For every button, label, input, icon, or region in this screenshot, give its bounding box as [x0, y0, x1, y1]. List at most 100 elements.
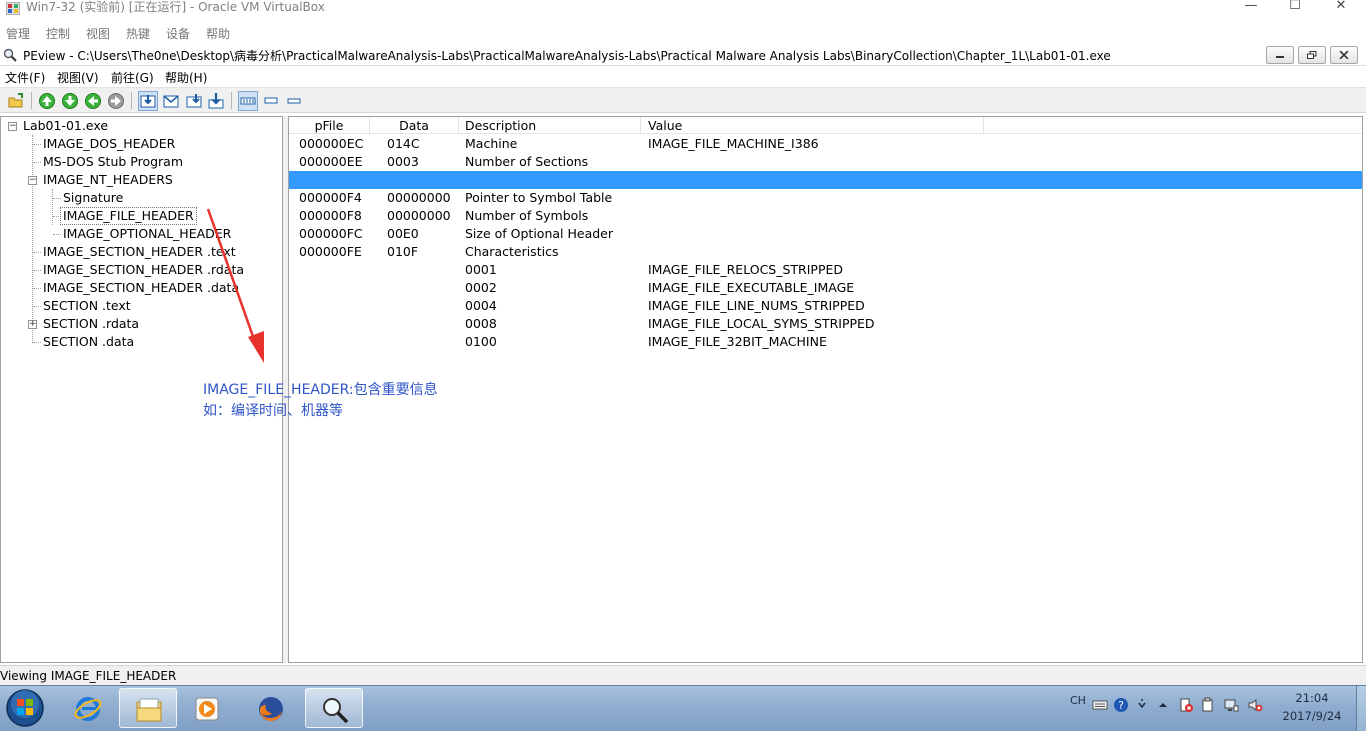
grid-row-selected[interactable]	[289, 171, 1362, 189]
cell-pfile: 000000EC	[299, 136, 364, 151]
tree-item-section-data[interactable]: SECTION .data	[43, 334, 134, 350]
table-row[interactable]: 0004 IMAGE_FILE_LINE_NUMS_STRIPPED	[289, 297, 1362, 315]
view-word-button[interactable]	[161, 91, 181, 111]
file-explorer-icon	[136, 698, 162, 722]
cell-description: 0001	[465, 262, 497, 277]
cell-description: Number of Symbols	[465, 208, 589, 223]
tree-collapse-toggle[interactable]: −	[28, 176, 37, 185]
minus-bar-icon	[287, 98, 301, 104]
envelope-icon	[163, 95, 179, 108]
peview-titlebar: PEview - C:\Users\The0ne\Desktop\病毒分析\Pr…	[0, 44, 1366, 66]
restore-icon	[1307, 51, 1317, 59]
vbox-menu-manage[interactable]: 管理	[6, 25, 30, 42]
vbox-menu-devices[interactable]: 设备	[166, 25, 190, 42]
show-desktop-button[interactable]	[1356, 686, 1366, 731]
grid-header: pFile Data Description Value	[289, 117, 1362, 134]
view-dword-button[interactable]	[184, 91, 204, 111]
minimize-button[interactable]: —	[1228, 0, 1274, 14]
tree-item-section-rdata[interactable]: SECTION .rdata	[43, 316, 139, 332]
taskbar-firefox-button[interactable]	[242, 688, 300, 728]
taskbar-mediaplayer-button[interactable]	[179, 688, 237, 728]
menu-file[interactable]: 文件(F)	[5, 69, 45, 86]
tree-item-dos-header[interactable]: IMAGE_DOS_HEADER	[43, 136, 175, 152]
table-row[interactable]: 000000F8 00000000 Number of Symbols	[289, 207, 1362, 225]
view-byte-button[interactable]	[138, 91, 158, 111]
arrow-right-circle-icon	[108, 93, 124, 109]
cell-description: 0002	[465, 280, 497, 295]
cell-description: Machine	[465, 136, 518, 151]
mdi-minimize-button[interactable]	[1266, 46, 1294, 64]
go-back-button[interactable]	[83, 91, 103, 111]
close-button[interactable]: ✕	[1318, 0, 1364, 14]
table-row[interactable]: 0001 IMAGE_FILE_RELOCS_STRIPPED	[289, 261, 1362, 279]
view-compact-button[interactable]	[284, 91, 304, 111]
taskbar-explorer-button[interactable]	[119, 688, 177, 728]
volume-muted-icon[interactable]	[1247, 697, 1263, 713]
tree-item-signature[interactable]: Signature	[63, 190, 123, 206]
cell-value: IMAGE_FILE_LOCAL_SYMS_STRIPPED	[648, 316, 875, 331]
network-icon[interactable]	[1223, 697, 1239, 713]
virtualbox-icon	[6, 2, 20, 15]
menu-help[interactable]: 帮助(H)	[165, 69, 207, 86]
clock-time[interactable]: 21:04	[1282, 691, 1342, 705]
view-save-button[interactable]	[206, 91, 226, 111]
maximize-button[interactable]: ☐	[1272, 0, 1318, 14]
tree-item-root[interactable]: Lab01-01.exe	[23, 118, 108, 134]
tree-item-section-text[interactable]: SECTION .text	[43, 298, 131, 314]
table-row[interactable]: 000000FC 00E0 Size of Optional Header	[289, 225, 1362, 243]
vbox-menu-view[interactable]: 视图	[86, 25, 110, 42]
cell-pfile: 000000EE	[299, 154, 363, 169]
peview-app-icon	[3, 48, 17, 62]
tree-expand-toggle[interactable]: +	[28, 320, 37, 329]
mdi-restore-button[interactable]	[1298, 46, 1326, 64]
taskbar-peview-button[interactable]	[305, 688, 363, 728]
vbox-menu-control[interactable]: 控制	[46, 25, 70, 42]
open-file-button[interactable]	[6, 91, 26, 111]
tree-item-dos-stub[interactable]: MS-DOS Stub Program	[43, 154, 183, 170]
tree-item-file-header[interactable]: IMAGE_FILE_HEADER	[60, 207, 197, 225]
tree-item-nt-headers[interactable]: IMAGE_NT_HEADERS	[43, 172, 173, 188]
column-header-description[interactable]: Description	[459, 117, 641, 134]
table-row[interactable]: 0002 IMAGE_FILE_EXECUTABLE_IMAGE	[289, 279, 1362, 297]
row-icon	[264, 97, 278, 104]
column-header-data[interactable]: Data	[370, 117, 459, 134]
tree-collapse-toggle[interactable]: −	[8, 122, 17, 131]
table-row[interactable]: 000000F4 00000000 Pointer to Symbol Table	[289, 189, 1362, 207]
mdi-close-button[interactable]	[1330, 46, 1358, 64]
table-row[interactable]: 000000EE 0003 Number of Sections	[289, 153, 1362, 171]
taskbar-ie-button[interactable]	[59, 688, 117, 728]
table-row[interactable]: 0100 IMAGE_FILE_32BIT_MACHINE	[289, 333, 1362, 351]
vbox-menu-help[interactable]: 帮助	[206, 25, 230, 42]
vbox-window-title: Win7-32 (实验前) [正在运行] - Oracle VM Virtual…	[26, 0, 325, 14]
column-header-pfile[interactable]: pFile	[289, 117, 370, 134]
details-grid[interactable]: pFile Data Description Value 000000EC 014…	[288, 116, 1363, 663]
go-forward-button[interactable]	[106, 91, 126, 111]
start-orb-icon[interactable]	[4, 687, 46, 729]
keyboard-icon[interactable]	[1092, 697, 1108, 713]
cell-data: 00E0	[387, 226, 419, 241]
view-hex-button[interactable]	[238, 91, 258, 111]
view-rows-button[interactable]	[261, 91, 281, 111]
device-icon[interactable]	[1200, 697, 1216, 713]
show-hidden-icons-chevron-icon[interactable]	[1155, 697, 1171, 713]
cell-data: 00000000	[387, 208, 451, 223]
go-up-button[interactable]	[37, 91, 57, 111]
go-down-button[interactable]	[60, 91, 80, 111]
table-row[interactable]: 0008 IMAGE_FILE_LOCAL_SYMS_STRIPPED	[289, 315, 1362, 333]
table-row[interactable]: 000000FE 010F Characteristics	[289, 243, 1362, 261]
column-header-value[interactable]: Value	[641, 117, 984, 134]
menu-view[interactable]: 视图(V)	[57, 69, 99, 86]
clock-date[interactable]: 2017/9/24	[1282, 709, 1342, 723]
table-row[interactable]: 000000EC 014C Machine IMAGE_FILE_MACHINE_I3…	[289, 135, 1362, 153]
menu-goto[interactable]: 前往(G)	[111, 69, 154, 86]
input-language-indicator[interactable]: CH	[1070, 694, 1086, 707]
vbox-menubar: 管理 控制 视图 热键 设备 帮助	[0, 22, 1366, 42]
vbox-menu-hotkeys[interactable]: 热键	[126, 25, 150, 42]
action-center-alert-icon[interactable]	[1178, 697, 1194, 713]
cell-value: IMAGE_FILE_RELOCS_STRIPPED	[648, 262, 844, 277]
help-icon[interactable]: ?	[1113, 697, 1129, 713]
cell-value: IMAGE_FILE_32BIT_MACHINE	[648, 334, 827, 349]
download-box-icon	[140, 95, 156, 108]
chevron-down-icon[interactable]	[1134, 697, 1150, 713]
annotation-line-2: 如：编译时间、机器等	[203, 403, 343, 419]
